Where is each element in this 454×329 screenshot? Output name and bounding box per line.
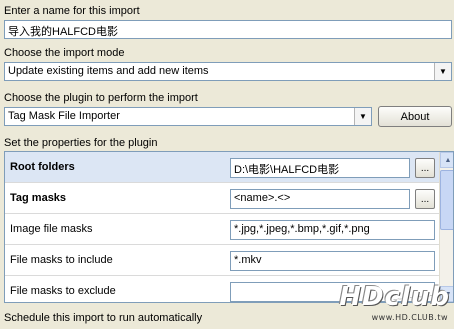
tag-masks-input[interactable]: <name>.<>	[230, 189, 410, 209]
property-name: Image file masks	[10, 223, 93, 235]
property-name: File masks to include	[10, 254, 113, 266]
property-row-root-folders[interactable]: Root folders D:\电影\HALFCD电影 ...	[5, 152, 439, 183]
chevron-down-icon[interactable]: ▼	[434, 63, 451, 80]
property-name: Tag masks	[10, 192, 67, 204]
arrow-up-icon[interactable]: ▲	[440, 152, 453, 168]
include-masks-input[interactable]: *.mkv	[230, 251, 435, 271]
properties-grid: Root folders D:\电影\HALFCD电影 ... Tag mask…	[4, 151, 454, 303]
chevron-down-icon[interactable]: ▼	[354, 108, 371, 125]
plugin-label: Choose the plugin to perform the import	[4, 92, 198, 104]
watermark-brand: HDclub	[339, 282, 450, 312]
property-row-image-file-masks[interactable]: Image file masks *.jpg,*.jpeg,*.bmp,*.gi…	[5, 214, 439, 245]
import-mode-select[interactable]: Update existing items and add new items …	[4, 62, 452, 81]
root-folders-input[interactable]: D:\电影\HALFCD电影	[230, 158, 410, 178]
watermark-logo: ~~~~~~~~~~~~~~ HDclub www.HD.CLUB.tw	[298, 282, 450, 322]
plugin-value: Tag Mask File Importer	[8, 110, 120, 122]
watermark-url: www.HD.CLUB.tw	[371, 313, 448, 322]
mode-label: Choose the import mode	[4, 47, 125, 59]
property-name: Root folders	[10, 161, 75, 173]
scrollbar-thumb[interactable]	[440, 170, 453, 230]
name-label: Enter a name for this import	[4, 5, 140, 17]
import-name-input[interactable]: 导入我的HALFCD电影	[4, 20, 452, 39]
property-row-tag-masks[interactable]: Tag masks <name>.<> ...	[5, 183, 439, 214]
root-folders-browse-button[interactable]: ...	[415, 158, 435, 178]
tag-masks-browse-button[interactable]: ...	[415, 189, 435, 209]
about-button[interactable]: About	[378, 106, 452, 127]
plugin-select[interactable]: Tag Mask File Importer ▼	[4, 107, 372, 126]
schedule-label: Schedule this import to run automaticall…	[4, 312, 203, 324]
image-file-masks-input[interactable]: *.jpg,*.jpeg,*.bmp,*.gif,*.png	[230, 220, 435, 240]
property-name: File masks to exclude	[10, 285, 116, 297]
properties-label: Set the properties for the plugin	[4, 137, 158, 149]
import-mode-value: Update existing items and add new items	[8, 65, 209, 77]
property-row-include-masks[interactable]: File masks to include *.mkv	[5, 245, 439, 276]
properties-scrollbar[interactable]: ▲ ▼	[439, 152, 453, 302]
